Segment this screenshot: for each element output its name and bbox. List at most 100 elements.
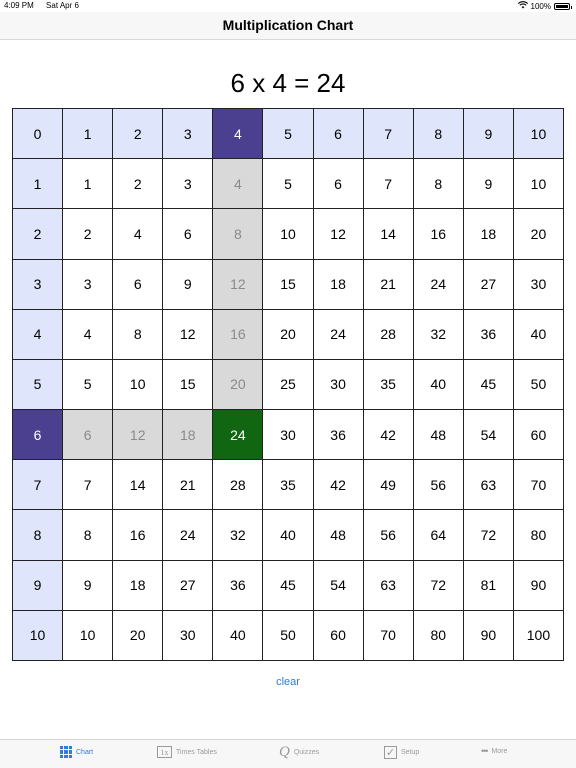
- product-cell-7x6[interactable]: 42: [313, 460, 364, 511]
- product-cell-3x3[interactable]: 9: [163, 259, 214, 310]
- product-cell-4x7[interactable]: 28: [363, 309, 414, 360]
- product-cell-10x3[interactable]: 30: [163, 610, 214, 661]
- product-cell-2x8[interactable]: 16: [413, 209, 464, 260]
- product-cell-1x3[interactable]: 3: [163, 159, 214, 210]
- product-cell-8x10[interactable]: 80: [513, 510, 564, 561]
- product-cell-7x3[interactable]: 21: [163, 460, 214, 511]
- product-cell-3x7[interactable]: 21: [363, 259, 414, 310]
- tab-times-tables[interactable]: 1x Times Tables: [157, 746, 217, 758]
- product-cell-10x5[interactable]: 50: [263, 610, 314, 661]
- product-cell-7x9[interactable]: 63: [463, 460, 514, 511]
- column-header-7[interactable]: 7: [363, 109, 414, 160]
- product-cell-1x10[interactable]: 10: [513, 159, 564, 210]
- product-cell-4x8[interactable]: 32: [413, 309, 464, 360]
- row-header-7[interactable]: 7: [13, 460, 64, 511]
- product-cell-4x10[interactable]: 40: [513, 309, 564, 360]
- product-cell-9x1[interactable]: 9: [63, 560, 114, 611]
- product-cell-2x2[interactable]: 4: [113, 209, 164, 260]
- product-cell-5x6[interactable]: 30: [313, 359, 364, 411]
- product-cell-6x2[interactable]: 12: [113, 410, 164, 461]
- product-cell-6x6[interactable]: 36: [313, 410, 364, 461]
- product-cell-5x5[interactable]: 25: [263, 359, 314, 411]
- product-cell-7x8[interactable]: 56: [413, 460, 464, 511]
- product-cell-2x5[interactable]: 10: [263, 209, 314, 260]
- product-cell-10x2[interactable]: 20: [113, 610, 164, 661]
- product-cell-9x8[interactable]: 72: [413, 560, 464, 611]
- row-header-1[interactable]: 1: [13, 159, 64, 210]
- product-cell-7x2[interactable]: 14: [113, 460, 164, 511]
- column-header-9[interactable]: 9: [463, 109, 514, 160]
- column-header-10[interactable]: 10: [513, 109, 564, 160]
- column-header-0[interactable]: 0: [13, 109, 64, 160]
- product-cell-1x4[interactable]: 4: [213, 159, 264, 210]
- product-cell-9x7[interactable]: 63: [363, 560, 414, 611]
- product-cell-1x2[interactable]: 2: [113, 159, 164, 210]
- product-cell-3x5[interactable]: 15: [263, 259, 314, 310]
- row-header-3[interactable]: 3: [13, 259, 64, 310]
- product-cell-8x9[interactable]: 72: [463, 510, 514, 561]
- product-cell-10x7[interactable]: 70: [363, 610, 414, 661]
- product-cell-4x4[interactable]: 16: [213, 309, 264, 360]
- product-cell-6x10[interactable]: 60: [513, 410, 564, 461]
- row-header-2[interactable]: 2: [13, 209, 64, 260]
- product-cell-6x8[interactable]: 48: [413, 410, 464, 461]
- product-cell-4x3[interactable]: 12: [163, 309, 214, 360]
- product-cell-3x1[interactable]: 3: [63, 259, 114, 310]
- product-cell-5x4[interactable]: 20: [213, 359, 264, 411]
- product-cell-9x9[interactable]: 81: [463, 560, 514, 611]
- product-cell-10x8[interactable]: 80: [413, 610, 464, 661]
- product-cell-5x9[interactable]: 45: [463, 359, 514, 411]
- product-cell-10x6[interactable]: 60: [313, 610, 364, 661]
- product-cell-1x5[interactable]: 5: [263, 159, 314, 210]
- product-cell-2x1[interactable]: 2: [63, 209, 114, 260]
- product-cell-8x6[interactable]: 48: [313, 510, 364, 561]
- product-cell-5x8[interactable]: 40: [413, 359, 464, 411]
- product-cell-1x6[interactable]: 6: [313, 159, 364, 210]
- product-cell-8x5[interactable]: 40: [263, 510, 314, 561]
- product-cell-7x7[interactable]: 49: [363, 460, 414, 511]
- product-cell-4x2[interactable]: 8: [113, 309, 164, 360]
- product-cell-2x3[interactable]: 6: [163, 209, 214, 260]
- product-cell-8x2[interactable]: 16: [113, 510, 164, 561]
- product-cell-3x2[interactable]: 6: [113, 259, 164, 310]
- product-cell-6x7[interactable]: 42: [363, 410, 414, 461]
- product-cell-3x9[interactable]: 27: [463, 259, 514, 310]
- column-header-3[interactable]: 3: [163, 109, 214, 160]
- product-cell-1x1[interactable]: 1: [63, 159, 114, 210]
- product-cell-6x3[interactable]: 18: [163, 410, 214, 461]
- product-cell-2x7[interactable]: 14: [363, 209, 414, 260]
- product-cell-6x5[interactable]: 30: [263, 410, 314, 461]
- row-header-4[interactable]: 4: [13, 309, 64, 360]
- tab-setup[interactable]: ✓ Setup: [384, 746, 419, 759]
- product-cell-4x1[interactable]: 4: [63, 309, 114, 360]
- product-cell-9x5[interactable]: 45: [263, 560, 314, 611]
- product-cell-10x10[interactable]: 100: [513, 610, 564, 661]
- product-cell-4x6[interactable]: 24: [313, 309, 364, 360]
- product-cell-9x10[interactable]: 90: [513, 560, 564, 611]
- tab-chart[interactable]: Chart: [60, 746, 93, 758]
- product-cell-10x1[interactable]: 10: [63, 610, 114, 661]
- product-cell-10x4[interactable]: 40: [213, 610, 264, 661]
- product-cell-8x1[interactable]: 8: [63, 510, 114, 561]
- row-header-8[interactable]: 8: [13, 510, 64, 561]
- product-cell-8x7[interactable]: 56: [363, 510, 414, 561]
- product-cell-5x10[interactable]: 50: [513, 359, 564, 411]
- product-cell-3x4[interactable]: 12: [213, 259, 264, 310]
- product-cell-9x3[interactable]: 27: [163, 560, 214, 611]
- column-header-2[interactable]: 2: [113, 109, 164, 160]
- column-header-6[interactable]: 6: [313, 109, 364, 160]
- product-cell-1x8[interactable]: 8: [413, 159, 464, 210]
- product-cell-7x1[interactable]: 7: [63, 460, 114, 511]
- row-header-10[interactable]: 10: [13, 610, 64, 661]
- product-cell-3x8[interactable]: 24: [413, 259, 464, 310]
- product-cell-5x1[interactable]: 5: [63, 359, 114, 411]
- product-cell-9x2[interactable]: 18: [113, 560, 164, 611]
- product-cell-1x7[interactable]: 7: [363, 159, 414, 210]
- product-cell-7x10[interactable]: 70: [513, 460, 564, 511]
- clear-button[interactable]: clear: [0, 676, 576, 688]
- product-cell-3x10[interactable]: 30: [513, 259, 564, 310]
- product-cell-8x4[interactable]: 32: [213, 510, 264, 561]
- product-cell-2x4[interactable]: 8: [213, 209, 264, 260]
- product-cell-8x3[interactable]: 24: [163, 510, 214, 561]
- result-cell[interactable]: 24: [213, 410, 264, 461]
